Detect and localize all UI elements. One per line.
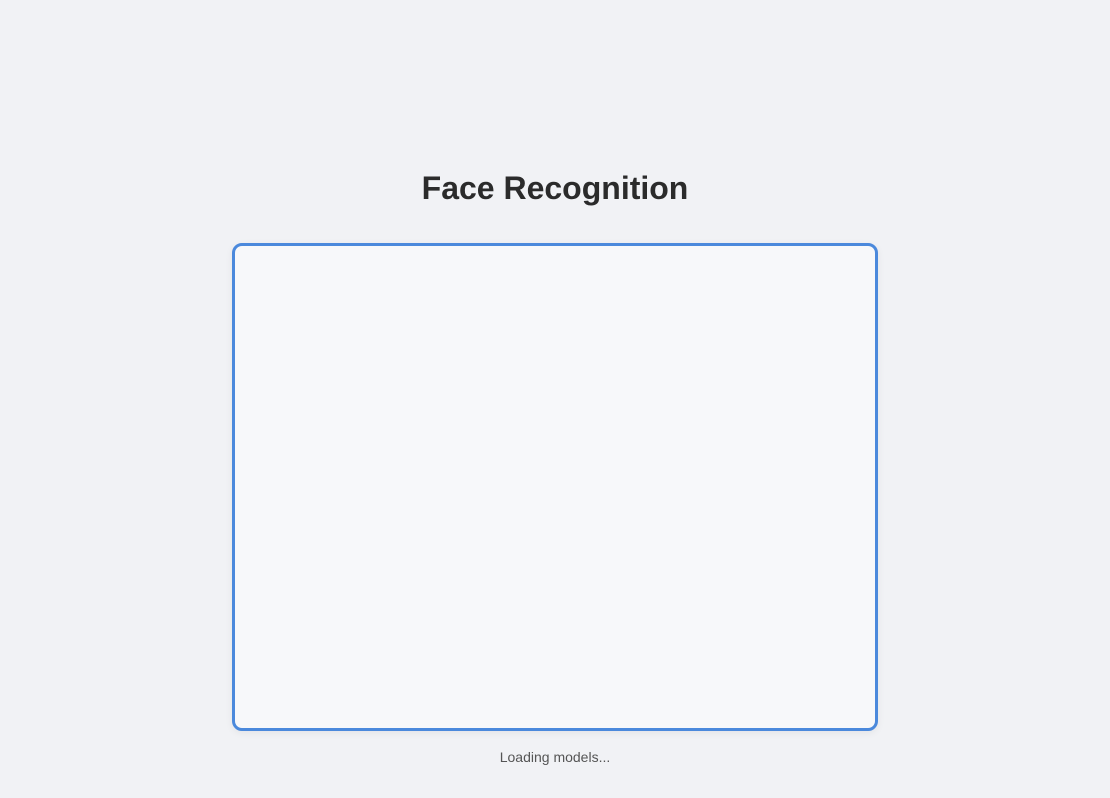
- video-preview: [232, 243, 878, 731]
- page-title: Face Recognition: [422, 170, 689, 207]
- status-text: Loading models...: [500, 749, 611, 765]
